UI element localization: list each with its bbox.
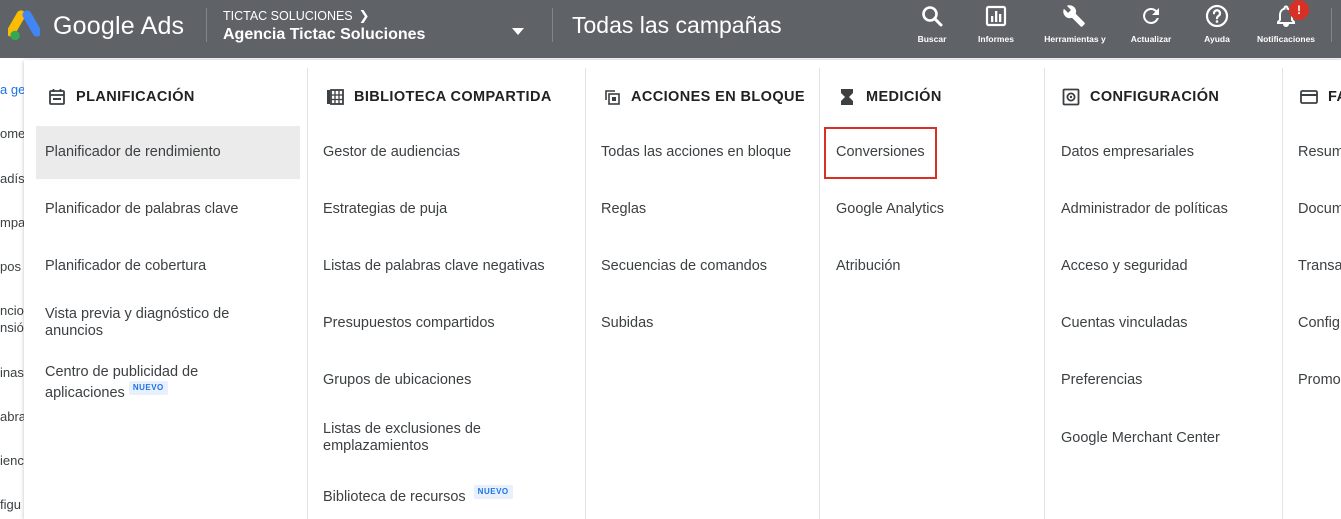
shared-library-section-header: BIBLIOTECA COMPARTIDA — [326, 86, 552, 108]
planning-header-label: PLANIFICACIÓN — [76, 89, 195, 105]
divider — [1331, 8, 1332, 42]
account-name[interactable]: Agencia Tictac Soluciones — [223, 25, 425, 45]
menu-item-preferences[interactable]: Preferencias — [1061, 372, 1142, 389]
menu-item-placement-groups[interactable]: Grupos de ubicaciones — [323, 372, 471, 389]
menu-item-label: Centro de publicidad de aplicaciones — [45, 364, 199, 401]
search-button[interactable]: Buscar — [901, 4, 963, 44]
search-icon — [922, 6, 943, 27]
reports-label: Informes — [978, 34, 1014, 44]
help-button[interactable]: Ayuda — [1186, 4, 1248, 44]
column-divider — [585, 68, 586, 519]
account-parent-label: TICTAC SOLUCIONES — [223, 9, 353, 23]
measurement-section-header: MEDICIÓN — [838, 86, 942, 108]
help-label: Ayuda — [1204, 34, 1230, 44]
billing-section-header: FA — [1300, 86, 1341, 108]
nav-item[interactable]: ncio — [0, 303, 24, 318]
column-divider — [307, 68, 308, 519]
tools-label: Herramientas y — [1044, 34, 1106, 44]
hourglass-icon — [841, 89, 853, 105]
nav-item[interactable]: abra — [0, 409, 26, 424]
menu-item-attribution[interactable]: Atribución — [836, 258, 900, 275]
notifications-label: Notificaciones — [1256, 34, 1316, 44]
new-badge: NUEVO — [473, 485, 513, 499]
menu-item-app-advertising-hub[interactable]: Centro de publicidad de aplicaciones NUEV… — [45, 364, 245, 402]
reports-button[interactable]: Informes — [965, 4, 1027, 44]
grid-icon — [327, 89, 344, 105]
menu-item-asset-library[interactable]: Biblioteca de recursos NUEVO — [323, 485, 513, 506]
menu-item-all-bulk-actions[interactable]: Todas las acciones en bloque — [601, 144, 791, 161]
nav-item[interactable]: a ge — [0, 82, 25, 97]
menu-item-negative-keyword-lists[interactable]: Listas de palabras clave negativas — [323, 258, 545, 275]
brand-name[interactable]: Google Ads — [53, 10, 184, 42]
menu-item-linked-accounts[interactable]: Cuentas vinculadas — [1061, 315, 1188, 332]
google-ads-logo-icon[interactable] — [8, 10, 40, 42]
nav-item[interactable]: mpa — [0, 215, 25, 230]
divider — [206, 8, 207, 42]
copy-icon — [605, 90, 620, 105]
chevron-right-icon: ❯ — [358, 8, 370, 23]
measurement-header-label: MEDICIÓN — [866, 89, 942, 105]
gear-icon — [1062, 88, 1080, 106]
credit-card-icon — [1300, 90, 1318, 104]
menu-item-promotions[interactable]: Promo — [1298, 372, 1341, 389]
calendar-icon — [49, 89, 65, 105]
reports-icon — [985, 5, 1007, 27]
menu-item-transactions[interactable]: Transa — [1298, 258, 1341, 275]
menu-item-google-analytics[interactable]: Google Analytics — [836, 201, 944, 218]
menu-item-placement-exclusion-lists[interactable]: Listas de exclusiones de emplazamientos — [323, 421, 523, 455]
new-badge: NUEVO — [128, 381, 168, 395]
menu-item-shared-budgets[interactable]: Presupuestos compartidos — [323, 315, 495, 332]
menu-item-conversions[interactable]: Conversiones — [836, 144, 925, 161]
shared-library-header-label: BIBLIOTECA COMPARTIDA — [354, 89, 552, 105]
menu-item-performance-planner[interactable]: Planificador de rendimiento — [36, 126, 300, 179]
nav-item[interactable]: ienc — [0, 453, 24, 468]
refresh-icon — [1143, 7, 1159, 24]
settings-header-label: CONFIGURACIÓN — [1090, 89, 1220, 105]
menu-item-audience-manager[interactable]: Gestor de audiencias — [323, 144, 460, 161]
notification-alert-badge: ! — [1289, 0, 1309, 20]
tools-button[interactable]: Herramientas y — [1044, 4, 1106, 44]
tools-mega-menu: PLANIFICACIÓN Planificador de rendimient… — [24, 60, 1341, 519]
nav-item[interactable]: figu — [0, 497, 21, 512]
menu-item-label: Biblioteca de recursos — [323, 489, 466, 505]
bulk-actions-section-header: ACCIONES EN BLOQUE — [603, 86, 805, 108]
account-parent-link[interactable]: TICTAC SOLUCIONES ❯ — [223, 8, 370, 24]
menu-item-keyword-planner[interactable]: Planificador de palabras clave — [45, 201, 238, 218]
account-dropdown-icon[interactable] — [512, 28, 524, 35]
billing-header-label: FA — [1328, 89, 1341, 105]
refresh-button[interactable]: Actualizar — [1120, 4, 1182, 44]
column-divider — [1282, 68, 1283, 519]
column-divider — [1044, 68, 1045, 519]
help-icon — [1205, 4, 1229, 28]
menu-item-scripts[interactable]: Secuencias de comandos — [601, 258, 767, 275]
nav-item[interactable]: pos — [0, 259, 21, 274]
bulk-actions-header-label: ACCIONES EN BLOQUE — [631, 89, 805, 105]
search-label: Buscar — [917, 34, 947, 44]
settings-section-header: CONFIGURACIÓN — [1062, 86, 1219, 108]
nav-item[interactable]: ome — [0, 126, 25, 141]
menu-item-rules[interactable]: Reglas — [601, 201, 646, 218]
menu-item-billing-documents[interactable]: Docum — [1298, 201, 1341, 218]
page-title: Todas las campañas — [572, 12, 782, 38]
top-app-bar: Google Ads TICTAC SOLUCIONES ❯ Agencia Ti… — [0, 0, 1341, 58]
menu-item-uploads[interactable]: Subidas — [601, 315, 653, 332]
planning-section-header: PLANIFICACIÓN — [48, 86, 195, 108]
menu-item-business-data[interactable]: Datos empresariales — [1061, 144, 1194, 161]
wrench-icon — [1063, 5, 1085, 27]
nav-item[interactable]: inas — [0, 365, 24, 380]
menu-item-policy-manager[interactable]: Administrador de políticas — [1061, 201, 1228, 218]
menu-item-google-merchant-center[interactable]: Google Merchant Center — [1061, 430, 1220, 447]
nav-item[interactable]: nsió — [0, 320, 24, 335]
menu-item-bid-strategies[interactable]: Estrategias de puja — [323, 201, 447, 218]
menu-item-ad-preview[interactable]: Vista previa y diagnóstico de anuncios — [45, 306, 260, 340]
divider — [552, 8, 553, 42]
menu-item-billing-summary[interactable]: Resum — [1298, 144, 1341, 161]
column-divider — [819, 68, 820, 519]
menu-item-billing-settings[interactable]: Config — [1298, 315, 1340, 332]
menu-item-access-and-security[interactable]: Acceso y seguridad — [1061, 258, 1188, 275]
menu-item-reach-planner[interactable]: Planificador de cobertura — [45, 258, 206, 275]
refresh-label: Actualizar — [1130, 34, 1172, 44]
